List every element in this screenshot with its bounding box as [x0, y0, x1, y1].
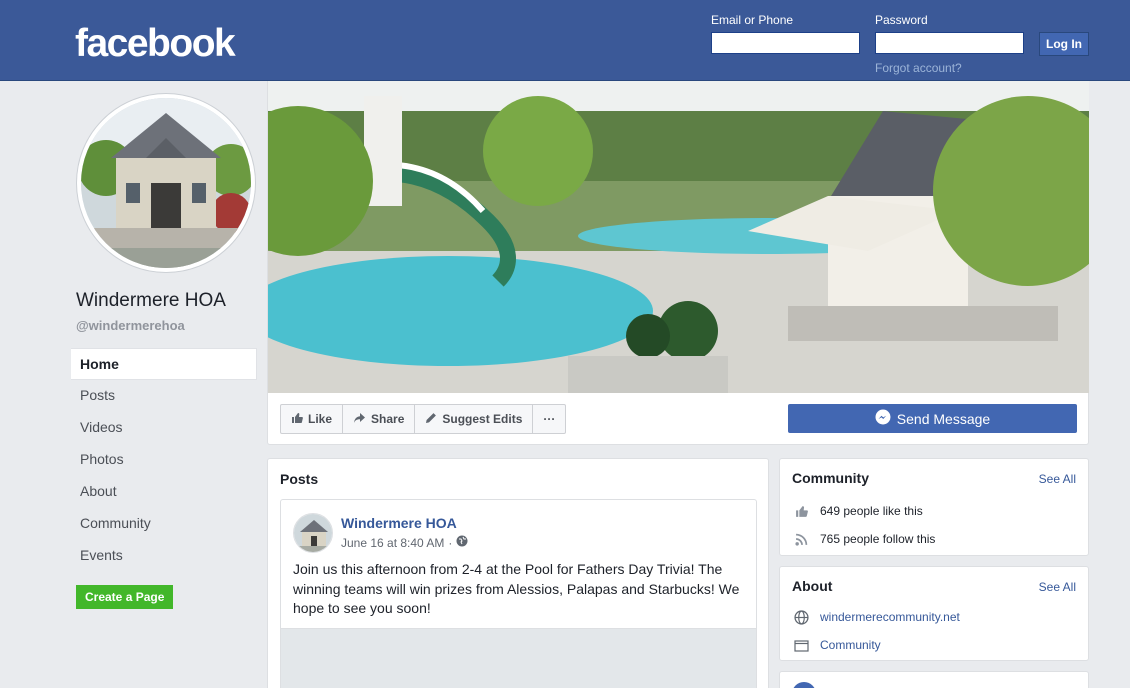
page-username[interactable]: @windermerehoa — [76, 318, 185, 333]
like-label: Like — [308, 412, 333, 426]
pool-cover-image — [268, 81, 1089, 393]
page-profile-picture[interactable] — [77, 94, 255, 272]
posts-heading: Posts — [280, 471, 319, 487]
nav-item-home[interactable]: Home — [71, 348, 257, 380]
nav-item-photos[interactable]: Photos — [71, 444, 257, 476]
card-icon — [792, 682, 816, 688]
share-button[interactable]: Share — [343, 405, 416, 433]
send-message-button[interactable]: Send Message — [788, 404, 1077, 433]
suggest-edits-button[interactable]: Suggest Edits — [415, 405, 534, 433]
post-timestamp[interactable]: June 16 at 8:40 AM — [341, 536, 444, 550]
page-name: Windermere HOA — [76, 290, 226, 311]
share-icon — [353, 412, 366, 427]
post-author-avatar[interactable] — [293, 513, 333, 553]
next-side-card — [779, 671, 1089, 688]
post-author-name[interactable]: Windermere HOA — [341, 515, 457, 531]
page-action-bar: Like Share Suggest Edits ··· — [280, 404, 567, 434]
top-navigation-bar: facebook Email or Phone Password Log In … — [0, 0, 1130, 81]
globe-icon — [792, 608, 810, 626]
category-link[interactable]: Community — [820, 638, 881, 652]
forgot-account-link[interactable]: Forgot account? — [875, 61, 962, 75]
post-card: Windermere HOA June 16 at 8:40 AM · Join… — [280, 499, 757, 688]
website-link[interactable]: windermerecommunity.net — [820, 610, 960, 624]
nav-item-events[interactable]: Events — [71, 540, 257, 572]
post-image[interactable] — [281, 628, 756, 688]
nav-item-posts[interactable]: Posts — [71, 380, 257, 412]
community-heading: Community — [792, 470, 869, 486]
likes-row: 649 people like this — [792, 502, 923, 520]
community-card: Community See All 649 people like this 7… — [779, 458, 1089, 556]
like-button[interactable]: Like — [281, 405, 344, 433]
post-meta: June 16 at 8:40 AM · — [341, 535, 468, 550]
password-input[interactable] — [875, 32, 1024, 54]
send-message-label: Send Message — [896, 410, 991, 427]
rss-follow-icon — [792, 530, 810, 548]
category-row: Community — [792, 636, 881, 654]
nav-item-about[interactable]: About — [71, 476, 257, 508]
likes-count: 649 people like this — [820, 504, 923, 518]
globe-icon — [456, 535, 468, 550]
about-card: About See All windermerecommunity.net Co… — [779, 566, 1089, 661]
follows-count: 765 people follow this — [820, 532, 936, 546]
email-label: Email or Phone — [711, 13, 794, 27]
more-options-button[interactable]: ··· — [533, 405, 565, 433]
messenger-icon — [875, 409, 891, 428]
category-folder-icon — [792, 636, 810, 654]
password-label: Password — [875, 13, 928, 27]
community-see-all-link[interactable]: See All — [1039, 472, 1076, 486]
nav-item-videos[interactable]: Videos — [71, 412, 257, 444]
login-button[interactable]: Log In — [1039, 32, 1089, 56]
about-heading: About — [792, 578, 833, 594]
share-label: Share — [371, 412, 405, 426]
create-page-button[interactable]: Create a Page — [76, 585, 174, 609]
website-row: windermerecommunity.net — [792, 608, 960, 626]
about-see-all-link[interactable]: See All — [1039, 580, 1076, 594]
posts-section: Posts Windermere HOA June 16 at 8:40 AM … — [267, 458, 769, 688]
post-text: Join us this afternoon from 2-4 at the P… — [293, 561, 740, 616]
meta-separator: · — [448, 535, 453, 550]
nav-item-community[interactable]: Community — [71, 508, 257, 540]
page-navigation: Home Posts Videos Photos About Community… — [71, 348, 257, 572]
clubhouse-photo — [81, 98, 251, 268]
thumbs-up-icon — [291, 412, 303, 427]
cover-card: Like Share Suggest Edits ··· Send Messag… — [267, 81, 1089, 445]
follows-row: 765 people follow this — [792, 530, 935, 548]
cover-photo[interactable] — [268, 81, 1089, 393]
email-input[interactable] — [711, 32, 860, 54]
thumbs-up-icon — [792, 502, 810, 520]
facebook-logo[interactable]: facebook — [75, 22, 236, 66]
pencil-icon — [425, 412, 437, 427]
suggest-edits-label: Suggest Edits — [442, 412, 523, 426]
